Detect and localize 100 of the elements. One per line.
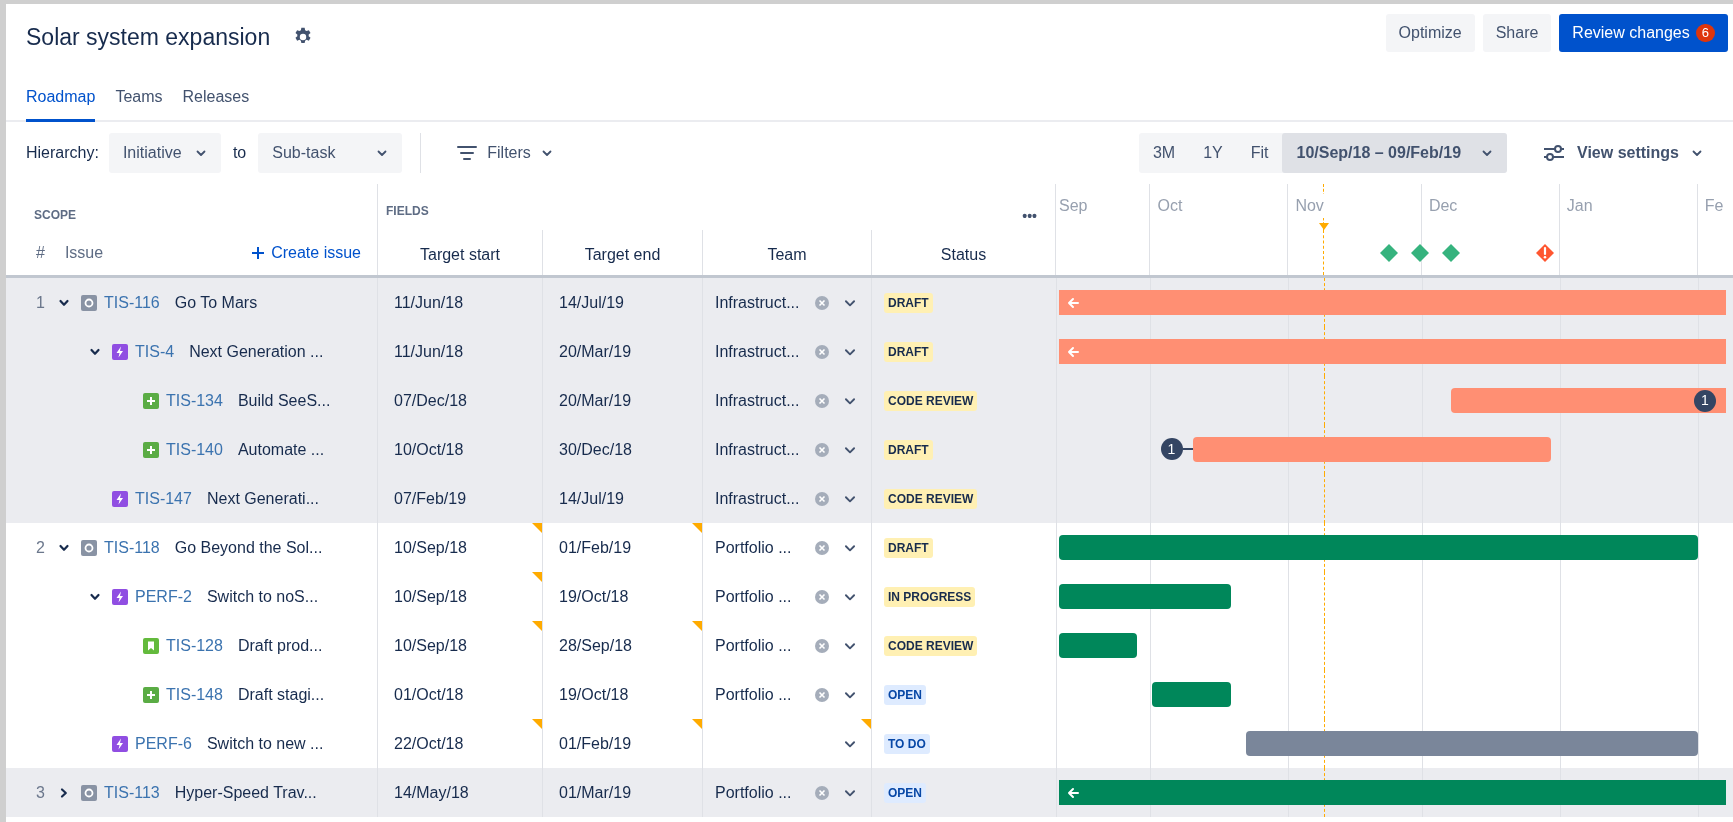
plus-icon [251,245,266,260]
zoom-option[interactable]: Fit [1236,133,1283,173]
timeline-bar[interactable] [1059,633,1138,658]
date-cell-text: 07/Feb/19 [394,488,467,509]
clear-icon[interactable] [815,638,829,653]
status-lozenge: OPEN [884,684,926,705]
dropdown[interactable]: Sub-task [258,133,403,173]
date-cell-text: 01/Oct/18 [394,684,464,705]
zoom-option[interactable]: 3M [1138,133,1190,173]
status-lozenge: DRAFT [884,341,933,362]
clear-icon[interactable] [815,687,829,702]
issue-key-link[interactable]: PERF-2 [135,584,192,609]
zoom-option[interactable]: 1Y [1189,133,1237,173]
diamond-icon[interactable] [1379,243,1399,263]
issue-key-link[interactable]: TIS-147 [135,486,192,511]
date-cell-text: 10/Sep/18 [394,537,467,558]
sliders-icon [1543,144,1566,162]
date-cell-text: 01/Mar/19 [559,782,632,803]
filters-button[interactable]: Filters [457,141,553,165]
date-range-dropdown[interactable]: 10/Sep/18 – 09/Feb/19 [1282,133,1508,173]
date-cell-text: 01/Feb/19 [559,537,632,558]
issue-key-link[interactable]: TIS-148 [166,682,223,707]
issue-key-link[interactable]: TIS-4 [135,339,175,364]
column-header: # [36,242,45,263]
row-number: 3 [35,782,46,803]
issue-summary: Hyper-Speed Trav... [174,782,317,803]
diamond-icon[interactable] [1441,243,1461,263]
issue-summary: Automate ... [237,439,325,460]
arrow-left-icon [1067,786,1079,799]
status-lozenge: OPEN [884,782,926,803]
dependency-badge[interactable]: 1 [1160,438,1183,460]
header-button[interactable]: Optimize [1385,14,1475,52]
date-cell-text: 19/Oct/18 [559,684,629,705]
issue-key-link[interactable]: TIS-134 [166,388,223,413]
issue-key-link[interactable]: TIS-118 [104,535,160,560]
warning-icon[interactable] [1535,243,1555,263]
tab[interactable]: Roadmap [26,85,96,122]
issue-summary: Draft prod... [237,635,323,656]
header-button[interactable]: Share [1482,14,1552,52]
team-name: Infrastruct... [715,341,800,362]
column-header: Target end [584,244,661,265]
diamond-icon[interactable] [1410,243,1430,263]
date-cell-text: 10/Oct/18 [394,439,464,460]
issue-summary: Go Beyond the Sol... [174,537,323,558]
date-cell-text: 11/Jun/18 [394,292,464,313]
date-cell-text: 14/Jul/19 [559,488,624,509]
team-name: Portfolio ... [715,635,792,656]
section-label: SCOPE [34,208,76,222]
status-lozenge: IN PROGRESS [884,586,976,607]
status-lozenge: CODE REVIEW [884,635,978,656]
issue-key-link[interactable]: TIS-128 [166,633,223,658]
clear-icon[interactable] [815,442,829,457]
row-number: 1 [35,292,46,313]
column-header: Team [767,244,807,265]
status-lozenge: TO DO [884,733,930,754]
column-header: Issue [64,242,104,263]
issue-key-link[interactable]: TIS-116 [104,290,160,315]
issue-key-link[interactable]: TIS-113 [104,780,160,805]
month-label: Nov [1295,194,1324,218]
status-lozenge: CODE REVIEW [884,488,978,509]
issue-summary: Switch to new ... [206,733,324,754]
timeline-bar[interactable]: 1 [1450,388,1726,413]
clear-icon[interactable] [815,344,829,359]
clear-icon[interactable] [815,785,829,800]
issue-key-link[interactable]: PERF-6 [135,731,192,756]
clear-icon[interactable] [815,589,829,604]
date-cell-text: 30/Dec/18 [559,439,632,460]
more-button[interactable]: ••• [1022,202,1037,230]
date-cell-text: 01/Feb/19 [559,733,632,754]
row-number: 2 [35,537,46,558]
clear-icon[interactable] [815,491,829,506]
team-name: Portfolio ... [715,537,792,558]
count-badge: 6 [1695,24,1715,42]
team-name: Portfolio ... [715,782,792,803]
issue-key-link[interactable]: TIS-140 [166,437,223,462]
page-title: Solar system expansion [26,23,271,52]
tab[interactable]: Releases [182,85,250,122]
issue-summary: Switch to noS... [206,586,319,607]
clear-icon[interactable] [815,540,829,555]
chevron-right-icon[interactable] [58,786,70,799]
create-issue-link[interactable]: Create issue [251,240,361,265]
dropdown[interactable]: Initiative [108,133,221,173]
view-settings-button[interactable]: View settings [1543,141,1703,165]
issue-summary: Go To Mars [174,292,258,313]
status-lozenge: DRAFT [884,292,933,313]
issue-summary: Next Generati... [206,488,319,509]
clear-icon[interactable] [815,295,829,310]
clear-icon[interactable] [815,393,829,408]
tab[interactable]: Teams [115,85,163,122]
date-cell-text: 20/Mar/19 [559,390,632,411]
arrow-left-icon [1067,345,1079,358]
date-cell-text: 10/Sep/18 [394,586,467,607]
date-cell-text: 07/Dec/18 [394,390,467,411]
hierarchy-label: Hierarchy: [26,143,99,163]
date-cell-text: 11/Jun/18 [394,341,464,362]
date-cell-text: 20/Mar/19 [559,341,632,362]
team-name: Infrastruct... [715,439,800,460]
issue-summary: Next Generation ... [189,341,324,362]
review-changes-button[interactable]: Review changes 6 [1559,14,1728,52]
dependency-badge[interactable]: 1 [1694,389,1716,412]
